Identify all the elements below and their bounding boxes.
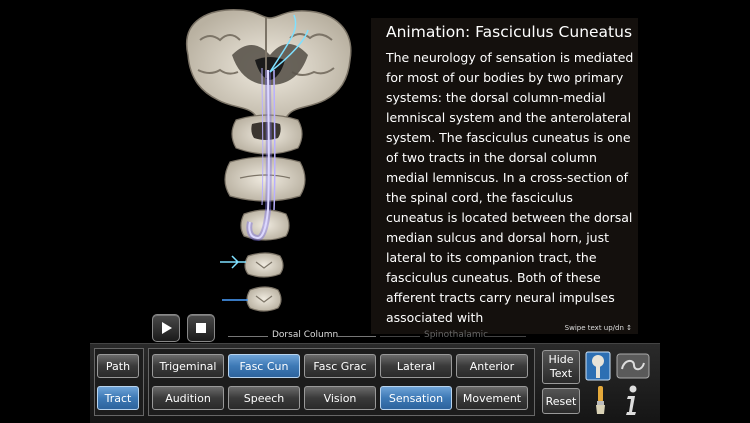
brain-view-icon[interactable] bbox=[585, 351, 611, 381]
nerve-path-icon[interactable] bbox=[616, 353, 650, 379]
stop-button[interactable] bbox=[187, 314, 215, 342]
play-button[interactable] bbox=[152, 314, 180, 342]
path-button[interactable]: Path bbox=[97, 354, 139, 378]
brain-illustration bbox=[185, 9, 352, 312]
tract-lateral-button[interactable]: Lateral bbox=[380, 354, 452, 378]
reset-button[interactable]: Reset bbox=[542, 388, 580, 414]
tract-button[interactable]: Tract bbox=[97, 386, 139, 410]
description-panel[interactable]: Animation: Fasciculus Cuneatus The neuro… bbox=[371, 18, 638, 334]
panel-title: Animation: Fasciculus Cuneatus bbox=[386, 23, 633, 41]
category-speech-button[interactable]: Speech bbox=[228, 386, 300, 410]
swipe-hint: Swipe text up/dn ↕ bbox=[564, 324, 632, 332]
play-icon bbox=[162, 322, 172, 334]
tract-trigeminal-button[interactable]: Trigeminal bbox=[152, 354, 224, 378]
hide-text-label-line1: Hide bbox=[548, 353, 574, 366]
spinothalamic-label: Spinothalamic bbox=[424, 330, 489, 340]
category-sensation-button[interactable]: Sensation bbox=[380, 386, 452, 410]
category-movement-button[interactable]: Movement bbox=[456, 386, 528, 410]
divider bbox=[228, 336, 268, 337]
divider bbox=[336, 336, 376, 337]
hide-text-label-line2: Text bbox=[549, 367, 573, 380]
dorsal-column-label: Dorsal Column bbox=[272, 330, 339, 340]
tract-fasc-grac-button[interactable]: Fasc Grac bbox=[304, 354, 376, 378]
tract-anterior-button[interactable]: Anterior bbox=[456, 354, 528, 378]
paintbrush-icon[interactable] bbox=[590, 384, 612, 416]
panel-body-text: The neurology of sensation is mediated f… bbox=[386, 50, 634, 325]
divider bbox=[486, 336, 526, 337]
hide-text-button[interactable]: Hide Text bbox=[542, 350, 580, 384]
category-audition-button[interactable]: Audition bbox=[152, 386, 224, 410]
stop-icon bbox=[196, 323, 206, 333]
tract-fasc-cun-button[interactable]: Fasc Cun bbox=[228, 354, 300, 378]
category-vision-button[interactable]: Vision bbox=[304, 386, 376, 410]
info-icon[interactable] bbox=[618, 384, 644, 416]
divider bbox=[380, 336, 420, 337]
